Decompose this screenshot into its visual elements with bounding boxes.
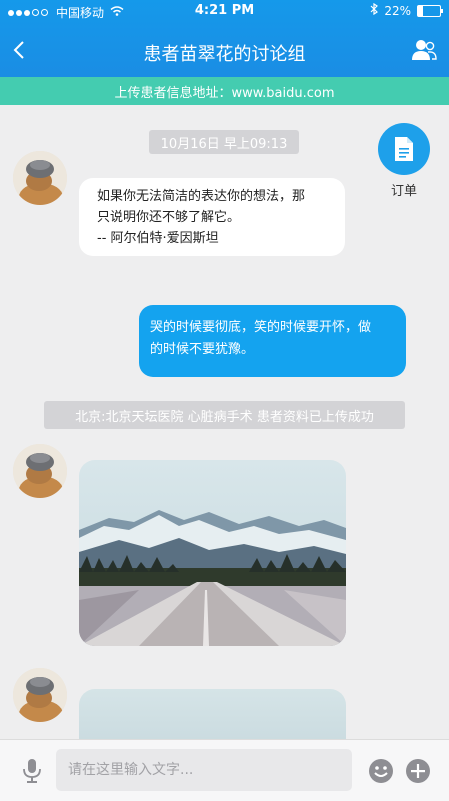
emoji-button[interactable] bbox=[368, 758, 394, 784]
message-input[interactable] bbox=[56, 749, 352, 791]
message-text-line: 的时候不要犹豫。 bbox=[150, 342, 255, 357]
image-message[interactable] bbox=[79, 460, 346, 646]
order-button[interactable] bbox=[378, 123, 430, 175]
avatar[interactable] bbox=[13, 444, 67, 498]
battery-status: 22% bbox=[370, 2, 443, 18]
system-notice: 北京:北京天坛医院 心脏病手术 患者资料已上传成功 bbox=[44, 401, 405, 429]
plus-circle-icon bbox=[406, 759, 430, 783]
status-bar: 中国移动 4:21 PM 22% bbox=[0, 0, 449, 22]
voice-input-button[interactable] bbox=[20, 758, 44, 784]
group-members-icon bbox=[412, 40, 437, 60]
input-bar bbox=[0, 739, 449, 801]
microphone-icon bbox=[23, 759, 41, 783]
order-label[interactable]: 订单 bbox=[378, 180, 430, 199]
more-button[interactable] bbox=[405, 758, 431, 784]
avatar[interactable] bbox=[13, 151, 67, 205]
battery-percent: 22% bbox=[384, 3, 411, 18]
message-timestamp: 10月16日 早上09:13 bbox=[149, 130, 299, 154]
document-icon bbox=[395, 137, 413, 161]
message-text-line: -- 阿尔伯特·爱因斯坦 bbox=[97, 231, 219, 246]
upload-address-banner[interactable]: 上传患者信息地址：www.baidu.com bbox=[0, 77, 449, 105]
landscape-photo bbox=[79, 460, 346, 646]
app-header: 中国移动 4:21 PM 22% 患者苗翠花的讨论组 bbox=[0, 0, 449, 77]
group-members-button[interactable] bbox=[411, 38, 437, 62]
avatar[interactable] bbox=[13, 668, 67, 722]
message-text-line: 如果你无法简洁的表达你的想法，那 bbox=[97, 189, 306, 204]
outgoing-message-bubble[interactable]: 哭的时候要彻底，笑的时候要开怀，做 的时候不要犹豫。 bbox=[139, 305, 406, 377]
emoji-icon bbox=[369, 759, 393, 783]
incoming-message-bubble[interactable]: 如果你无法简洁的表达你的想法，那 只说明你还不够了解它。 -- 阿尔伯特·爱因斯… bbox=[79, 178, 345, 256]
message-text-line: 只说明你还不够了解它。 bbox=[97, 210, 241, 225]
message-text-line: 哭的时候要彻底，笑的时候要开怀，做 bbox=[150, 320, 372, 335]
battery-icon bbox=[417, 4, 443, 17]
page-title: 患者苗翠花的讨论组 bbox=[143, 44, 306, 65]
bluetooth-icon bbox=[370, 2, 379, 18]
